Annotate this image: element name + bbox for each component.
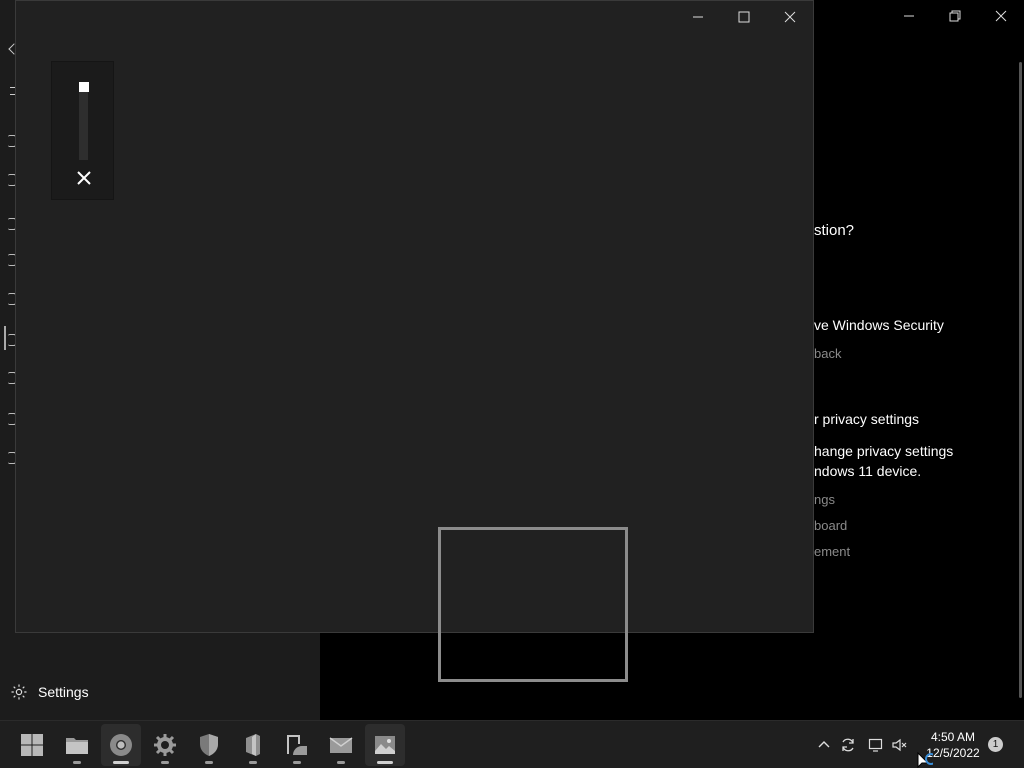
- running-indicator: [337, 761, 345, 764]
- clock-time: 4:50 AM: [930, 730, 976, 744]
- photo-edit-icon: [287, 735, 307, 755]
- maximize-icon: [738, 11, 750, 23]
- taskbar-chrome[interactable]: [101, 724, 141, 766]
- improve-security-title: ve Windows Security: [814, 317, 944, 333]
- windows-logo-icon: [21, 734, 43, 756]
- running-indicator: [377, 761, 393, 764]
- folder-icon: [66, 738, 88, 754]
- volume-muted-icon: [892, 738, 907, 752]
- running-indicator: [113, 761, 129, 764]
- privacy-settings-title: r privacy settings: [814, 411, 920, 427]
- close-icon: [77, 171, 91, 185]
- zoom-slider-thumb[interactable]: [79, 82, 89, 92]
- network-tray-button[interactable]: [865, 733, 887, 757]
- photos-caption-bar: [16, 1, 813, 33]
- privacy-dashboard-link[interactable]: board: [814, 518, 847, 533]
- office-icon: [246, 734, 260, 756]
- photos-close-button[interactable]: [767, 1, 813, 33]
- privacy-statement-link[interactable]: ement: [814, 544, 850, 559]
- zoom-panel-close-button[interactable]: [74, 168, 94, 188]
- photos-window: [15, 0, 814, 633]
- security-side-panel: stion? ve Windows Security back r privac…: [814, 0, 1024, 720]
- minimize-icon: [693, 16, 703, 18]
- start-button[interactable]: [12, 724, 52, 766]
- desktop-screen: Settings stion? ve Windows Security back…: [0, 0, 1024, 768]
- running-indicator: [205, 761, 213, 764]
- taskbar-settings[interactable]: [145, 724, 185, 766]
- taskbar-photos[interactable]: [365, 724, 405, 766]
- sync-tray-button[interactable]: [837, 733, 859, 757]
- taskbar-file-explorer[interactable]: [57, 724, 97, 766]
- privacy-text-line1: hange privacy settings: [814, 443, 954, 459]
- question-heading: stion?: [814, 222, 855, 239]
- chrome-icon: [110, 734, 132, 756]
- settings-label: Settings: [38, 684, 89, 700]
- network-icon: [868, 738, 883, 752]
- mail-icon: [329, 737, 353, 753]
- give-feedback-link[interactable]: back: [814, 346, 841, 361]
- notification-count: 1: [992, 739, 999, 750]
- privacy-text-line2: ndows 11 device.: [814, 463, 922, 479]
- selection-rectangle[interactable]: [438, 527, 628, 682]
- notification-center-button[interactable]: 1: [988, 737, 1003, 752]
- taskbar-windows-security[interactable]: [189, 724, 229, 766]
- running-indicator: [161, 761, 169, 764]
- shield-icon: [200, 734, 218, 756]
- chevron-up-icon: [818, 741, 830, 748]
- taskbar-office[interactable]: [233, 724, 273, 766]
- privacy-settings-link[interactable]: ngs: [814, 492, 835, 507]
- sync-icon: [842, 738, 854, 752]
- zoom-slider-panel: [51, 61, 114, 200]
- photos-minimize-button[interactable]: [675, 1, 721, 33]
- zoom-slider-track[interactable]: [79, 84, 88, 160]
- running-indicator: [73, 761, 81, 764]
- taskbar: 4:50 AM 12/5/2022 1: [0, 720, 1024, 768]
- taskbar-mail[interactable]: [321, 724, 361, 766]
- bg-scrollbar[interactable]: [1019, 62, 1022, 698]
- close-icon: [784, 11, 796, 23]
- mouse-cursor-icon: [917, 752, 933, 768]
- show-hidden-icons-button[interactable]: [813, 733, 835, 757]
- running-indicator: [293, 761, 301, 764]
- volume-tray-button[interactable]: [889, 733, 911, 757]
- gear-icon: [11, 684, 27, 700]
- running-indicator: [249, 761, 257, 764]
- photos-icon: [375, 736, 395, 754]
- settings-nav-item[interactable]: Settings: [10, 683, 89, 701]
- taskbar-photo-editor[interactable]: [277, 724, 317, 766]
- nav-selected-indicator: [4, 326, 6, 350]
- gear-icon: [154, 734, 176, 756]
- photos-maximize-button[interactable]: [721, 1, 767, 33]
